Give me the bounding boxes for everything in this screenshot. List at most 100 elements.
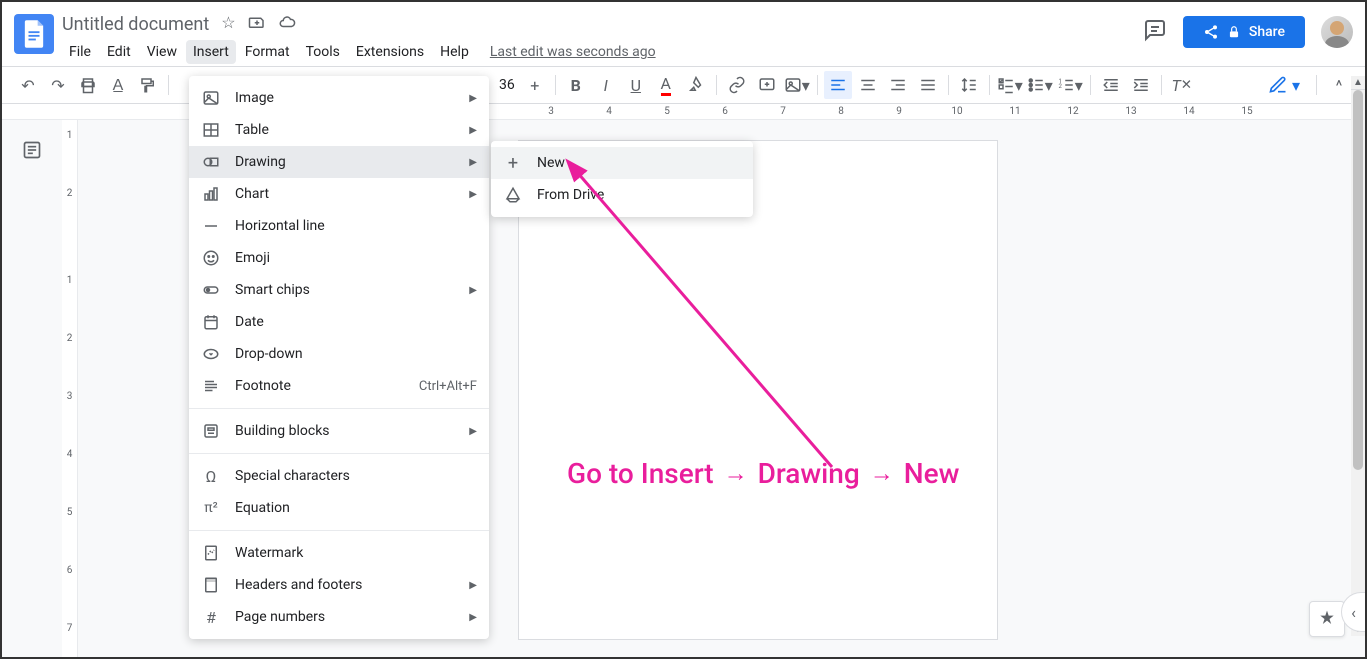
highlight-button[interactable] — [682, 71, 710, 99]
vertical-ruler[interactable]: 1 2 1 2 3 4 5 6 7 — [62, 120, 78, 657]
vertical-scrollbar[interactable]: ▲ ▼ — [1351, 76, 1365, 636]
paint-format-button[interactable] — [134, 71, 162, 99]
increase-indent-button[interactable] — [1127, 71, 1155, 99]
menu-view[interactable]: View — [140, 40, 184, 64]
omega-icon: Ω — [201, 466, 221, 486]
insert-link-button[interactable] — [723, 71, 751, 99]
pagenum-icon: # — [201, 607, 221, 627]
drive-icon — [503, 185, 523, 205]
explore-button[interactable] — [1309, 601, 1345, 637]
last-edit-link[interactable]: Last edit was seconds ago — [490, 40, 656, 64]
insert-menu-image[interactable]: Image ▶ — [189, 82, 489, 114]
scroll-up-arrow[interactable]: ▲ — [1351, 76, 1365, 90]
bulleted-list-button[interactable]: ▾ — [1026, 71, 1054, 99]
share-button[interactable]: Share — [1183, 16, 1305, 48]
footnote-icon — [201, 376, 221, 396]
chip-icon — [201, 280, 221, 300]
underline-button[interactable]: U — [622, 71, 650, 99]
insert-menu-special-characters[interactable]: Ω Special characters — [189, 460, 489, 492]
text-color-button[interactable]: A — [652, 71, 680, 99]
menu-extensions[interactable]: Extensions — [349, 40, 431, 64]
equation-icon: π² — [201, 498, 221, 518]
comment-history-icon[interactable] — [1143, 18, 1167, 46]
date-icon — [201, 312, 221, 332]
menu-help[interactable]: Help — [433, 40, 476, 64]
checklist-button[interactable]: ▾ — [996, 71, 1024, 99]
align-left-button[interactable] — [824, 71, 852, 99]
insert-menu-footnote[interactable]: Footnote Ctrl+Alt+F — [189, 370, 489, 402]
user-avatar[interactable] — [1321, 16, 1353, 48]
chart-icon — [201, 184, 221, 204]
insert-comment-button[interactable] — [753, 71, 781, 99]
docs-logo[interactable] — [14, 14, 54, 54]
share-label: Share — [1249, 24, 1285, 40]
document-outline-icon[interactable] — [22, 140, 42, 657]
insert-menu-emoji[interactable]: Emoji — [189, 242, 489, 274]
plus-icon: + — [503, 153, 523, 173]
chevron-right-icon: ▶ — [469, 612, 477, 623]
hline-icon — [201, 216, 221, 236]
insert-menu-building-blocks[interactable]: Building blocks ▶ — [189, 415, 489, 447]
line-spacing-button[interactable] — [955, 71, 983, 99]
menubar: File Edit View Insert Format Tools Exten… — [62, 40, 1143, 64]
table-icon — [201, 120, 221, 140]
menu-format[interactable]: Format — [238, 40, 297, 64]
emoji-icon — [201, 248, 221, 268]
spellcheck-button[interactable]: A̲ — [104, 71, 132, 99]
svg-text:2: 2 — [1058, 83, 1062, 90]
menu-tools[interactable]: Tools — [299, 40, 347, 64]
hide-menus-button[interactable]: ^ — [1325, 71, 1353, 99]
menu-edit[interactable]: Edit — [100, 40, 138, 64]
chevron-right-icon: ▶ — [469, 93, 477, 104]
drawing-icon — [201, 152, 221, 172]
drawing-submenu-from-drive[interactable]: From Drive — [491, 179, 753, 211]
print-button[interactable] — [74, 71, 102, 99]
font-size-increase[interactable]: + — [521, 71, 549, 99]
star-icon[interactable]: ☆ — [221, 13, 235, 35]
insert-menu-smart-chips[interactable]: Smart chips ▶ — [189, 274, 489, 306]
insert-menu-equation[interactable]: π² Equation — [189, 492, 489, 524]
headers-icon — [201, 575, 221, 595]
insert-menu-chart[interactable]: Chart ▶ — [189, 178, 489, 210]
numbered-list-button[interactable]: 12▾ — [1056, 71, 1084, 99]
chevron-right-icon: ▶ — [469, 189, 477, 200]
bold-button[interactable]: B — [562, 71, 590, 99]
italic-button[interactable]: I — [592, 71, 620, 99]
chevron-right-icon: ▶ — [469, 125, 477, 136]
chevron-right-icon: ▶ — [469, 285, 477, 296]
editing-mode-button[interactable]: ▾ — [1260, 71, 1308, 99]
insert-menu-page-numbers[interactable]: # Page numbers ▶ — [189, 601, 489, 633]
scroll-thumb[interactable] — [1353, 90, 1363, 470]
drawing-submenu: + New From Drive — [491, 141, 753, 217]
align-right-button[interactable] — [884, 71, 912, 99]
menu-file[interactable]: File — [62, 40, 98, 64]
chevron-right-icon: ▶ — [469, 426, 477, 437]
drawing-submenu-new[interactable]: + New — [491, 147, 753, 179]
font-size-value[interactable]: 36 — [495, 77, 519, 93]
insert-menu-date[interactable]: Date — [189, 306, 489, 338]
blocks-icon — [201, 421, 221, 441]
align-justify-button[interactable] — [914, 71, 942, 99]
clear-formatting-button[interactable]: T✕ — [1168, 71, 1196, 99]
insert-image-button[interactable]: ▾ — [783, 71, 811, 99]
chevron-right-icon: ▶ — [469, 157, 477, 168]
redo-button[interactable]: ↷ — [44, 71, 72, 99]
move-icon[interactable] — [248, 13, 266, 35]
cloud-status-icon[interactable] — [278, 13, 296, 35]
insert-menu-horizontal-line[interactable]: Horizontal line — [189, 210, 489, 242]
chevron-right-icon: ▶ — [469, 580, 477, 591]
align-center-button[interactable] — [854, 71, 882, 99]
menu-insert[interactable]: Insert — [186, 40, 236, 64]
undo-button[interactable]: ↶ — [14, 71, 42, 99]
insert-menu-headers-and-footers[interactable]: Headers and footers ▶ — [189, 569, 489, 601]
insert-menu-drop-down[interactable]: Drop-down — [189, 338, 489, 370]
watermark-icon — [201, 543, 221, 563]
document-title[interactable]: Untitled document — [62, 14, 209, 35]
insert-menu-watermark[interactable]: Watermark — [189, 537, 489, 569]
insert-menu-drawing[interactable]: Drawing ▶ — [189, 146, 489, 178]
insert-menu-table[interactable]: Table ▶ — [189, 114, 489, 146]
dropdown-icon — [201, 344, 221, 364]
image-icon — [201, 88, 221, 108]
decrease-indent-button[interactable] — [1097, 71, 1125, 99]
insert-menu-dropdown: Image ▶ Table ▶ Drawing ▶ Chart ▶ Horizo… — [189, 76, 489, 639]
